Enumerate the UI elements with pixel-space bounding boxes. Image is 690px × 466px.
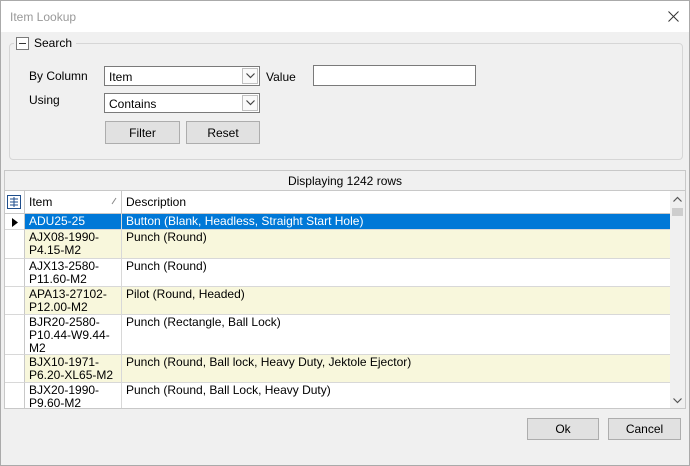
- cancel-button[interactable]: Cancel: [608, 418, 681, 440]
- value-label: Value: [266, 70, 296, 84]
- vertical-scrollbar[interactable]: [670, 191, 685, 408]
- item-cell[interactable]: AJX13-2580-P11.60-M2: [25, 259, 122, 287]
- chevron-down-icon: [242, 68, 258, 84]
- row-count-status: Displaying 1242 rows: [4, 170, 686, 191]
- description-cell[interactable]: Pilot (Round, Headed): [122, 287, 672, 315]
- column-header-description[interactable]: Description: [122, 191, 672, 213]
- chevron-down-icon: [242, 95, 258, 111]
- row-header[interactable]: [5, 315, 25, 355]
- table-row[interactable]: AJX13-2580-P11.60-M2 Punch (Round): [5, 259, 672, 287]
- close-button[interactable]: [657, 1, 689, 32]
- item-cell[interactable]: BJX20-1990-P9.60-M2: [25, 383, 122, 408]
- current-row-icon: [11, 218, 18, 227]
- description-cell[interactable]: Punch (Round): [122, 259, 672, 287]
- minus-icon: [19, 42, 26, 44]
- ok-button-label: Ok: [555, 422, 571, 436]
- grid-header: Item Description: [5, 191, 672, 214]
- chevron-up-icon: [673, 196, 682, 202]
- item-cell[interactable]: APA13-27102-P12.00-M2: [25, 287, 122, 315]
- row-header[interactable]: [5, 214, 25, 230]
- description-cell[interactable]: Punch (Round): [122, 230, 672, 259]
- item-cell[interactable]: AJX08-1990-P4.15-M2: [25, 230, 122, 259]
- filter-button-label: Filter: [129, 125, 156, 140]
- using-select[interactable]: Contains: [104, 93, 260, 113]
- items-grid[interactable]: Item Description ADU25-25 Button (Blank,…: [4, 191, 686, 409]
- column-chooser-icon: [7, 195, 21, 209]
- column-header-description-label: Description: [126, 195, 187, 209]
- scrollbar-thumb[interactable]: [672, 208, 683, 216]
- description-cell[interactable]: Button (Blank, Headless, Straight Start …: [122, 214, 672, 230]
- item-cell[interactable]: BJX10-1971-P6.20-XL65-M2: [25, 355, 122, 383]
- close-icon: [667, 11, 679, 22]
- scroll-down-button[interactable]: [670, 393, 685, 408]
- by-column-select[interactable]: Item: [104, 66, 260, 86]
- reset-button[interactable]: Reset: [186, 121, 260, 144]
- table-row[interactable]: AJX08-1990-P4.15-M2 Punch (Round): [5, 230, 672, 259]
- row-header[interactable]: [5, 230, 25, 259]
- using-value: Contains: [109, 97, 157, 111]
- description-cell[interactable]: Punch (Rectangle, Ball Lock): [122, 315, 672, 355]
- scroll-up-button[interactable]: [670, 191, 685, 206]
- title-bar: Item Lookup: [1, 1, 689, 32]
- table-row[interactable]: ADU25-25 Button (Blank, Headless, Straig…: [5, 214, 672, 230]
- by-column-value: Item: [109, 70, 133, 84]
- search-group-label: Search: [34, 36, 73, 50]
- value-input[interactable]: [313, 65, 476, 86]
- row-header[interactable]: [5, 259, 25, 287]
- description-cell[interactable]: Punch (Round, Ball lock, Heavy Duty, Jek…: [122, 355, 672, 383]
- row-header[interactable]: [5, 355, 25, 383]
- reset-button-label: Reset: [207, 125, 239, 140]
- item-cell[interactable]: BJR20-2580-P10.44-W9.44-M2: [25, 315, 122, 355]
- row-header[interactable]: [5, 287, 25, 315]
- window-title: Item Lookup: [10, 10, 77, 24]
- using-label: Using: [29, 93, 60, 107]
- column-header-item-label: Item: [29, 195, 53, 209]
- ok-button[interactable]: Ok: [527, 418, 599, 440]
- item-cell[interactable]: ADU25-25: [25, 214, 122, 230]
- column-header-item[interactable]: Item: [25, 191, 122, 213]
- search-group-header: Search: [14, 35, 77, 51]
- table-row[interactable]: BJR20-2580-P10.44-W9.44-M2 Punch (Rectan…: [5, 315, 672, 355]
- description-cell[interactable]: Punch (Round, Ball Lock, Heavy Duty): [122, 383, 672, 408]
- filter-button[interactable]: Filter: [105, 121, 180, 144]
- chevron-down-icon: [673, 397, 682, 403]
- table-row[interactable]: BJX10-1971-P6.20-XL65-M2 Punch (Round, B…: [5, 355, 672, 383]
- cancel-button-label: Cancel: [625, 422, 664, 436]
- column-chooser-button[interactable]: [5, 191, 25, 213]
- table-row[interactable]: BJX20-1990-P9.60-M2 Punch (Round, Ball L…: [5, 383, 672, 408]
- row-count-text: Displaying 1242 rows: [287, 173, 403, 188]
- item-lookup-dialog: Item Lookup Search By Column Item Value …: [0, 0, 690, 466]
- row-header[interactable]: [5, 383, 25, 408]
- collapse-search-button[interactable]: [16, 36, 29, 50]
- grid-rows: ADU25-25 Button (Blank, Headless, Straig…: [5, 214, 672, 408]
- table-row[interactable]: APA13-27102-P12.00-M2 Pilot (Round, Head…: [5, 287, 672, 315]
- by-column-label: By Column: [29, 69, 88, 83]
- sort-indicator-icon: [111, 197, 117, 205]
